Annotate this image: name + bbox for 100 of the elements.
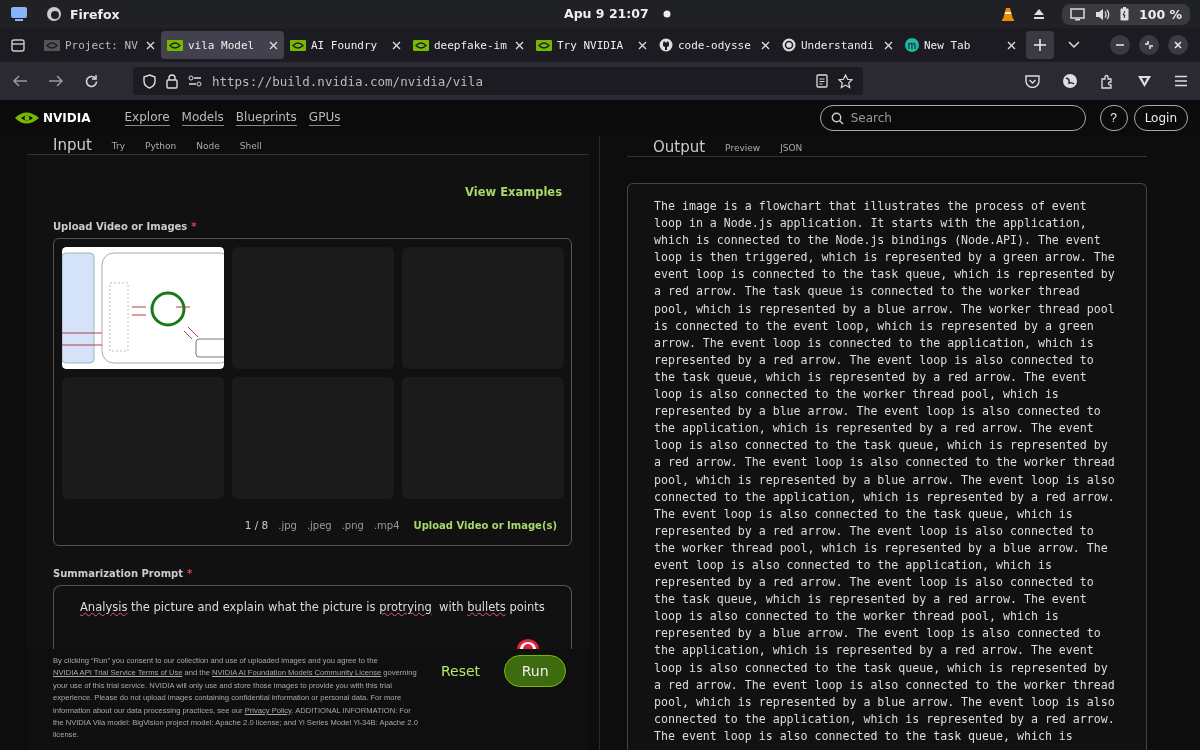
nav-link[interactable]: Explore	[124, 110, 170, 126]
output-line: the application, which is represented by a red arrow. The event	[654, 420, 1095, 438]
output-line: The image is a flowchart that illustrates the process of event	[654, 198, 1088, 215]
code-tab[interactable]: Python	[145, 141, 177, 154]
output-line: arrow. The event loop is connected to the application, which is	[654, 334, 1095, 352]
view-examples-link[interactable]: View Examples	[465, 185, 562, 199]
file-format: .mp4	[373, 519, 400, 531]
nav-link[interactable]: Blueprints	[235, 110, 297, 126]
output-line: loop is also connected to the task queue, which is represented by	[654, 659, 1109, 677]
output-line: the task queue, which is represented by a red arrow. The event	[654, 368, 1088, 386]
field-label: Upload Video or Images	[53, 221, 188, 232]
close-icon[interactable]	[1168, 35, 1188, 55]
app-name[interactable]: Firefox	[70, 6, 120, 22]
output-line: pool, which is represented by a blue arrow. The event loop is also	[654, 471, 1116, 489]
forward-arrow-icon[interactable]	[48, 74, 64, 88]
output-line: represented by a red arrow. The event loop is also connected to	[654, 351, 1095, 369]
desktop-icon[interactable]	[10, 6, 28, 22]
output-line: which is connected to the Node.js bindings (Node.API). The event	[654, 232, 1102, 250]
puzzle-icon[interactable]	[1100, 73, 1115, 89]
file-format: .png	[341, 519, 364, 531]
pocket-icon[interactable]	[1025, 74, 1040, 88]
menu-icon[interactable]	[1174, 75, 1188, 87]
shield-icon[interactable]	[143, 73, 156, 89]
browser-tab[interactable]: Understandi	[776, 31, 899, 59]
traffic-cone-icon[interactable]	[1000, 6, 1017, 22]
upload-area[interactable]: 1 / 8 .jpg .jpeg .png .mp4 Upload Video or Image(s)	[53, 238, 572, 546]
browser-tab[interactable]: AI Foundry	[284, 31, 407, 59]
output-line: loop is also connected to the task queue, which is represented by	[654, 437, 1109, 455]
new-tab-button[interactable]	[1026, 31, 1054, 59]
code-tab[interactable]: Try	[111, 141, 126, 154]
reload-icon[interactable]	[84, 73, 99, 89]
file-format: .jpeg	[306, 519, 332, 531]
eye-logo-icon	[167, 39, 183, 51]
star-icon[interactable]	[838, 73, 853, 89]
browser-tab[interactable]: Project: NV	[38, 31, 161, 59]
output-line: connected to the application, which is represented by a red arrow.	[654, 710, 1116, 728]
globe-icon[interactable]	[1062, 73, 1078, 89]
output-line: loop is also connected to the worker thread pool, which is	[654, 386, 1060, 404]
output-line: represented by a red arrow. The event loop is also connected to	[654, 574, 1095, 592]
output-tab[interactable]: JSON	[780, 143, 803, 156]
url-text: https://build.nvidia.com/nvidia/vila	[212, 73, 483, 89]
reader-view-icon[interactable]	[816, 74, 828, 88]
plus-icon	[1033, 38, 1047, 52]
minimize-icon[interactable]	[1110, 35, 1130, 55]
close-icon[interactable]	[515, 40, 524, 50]
output-line: a red arrow. The event loop is also connected to the worker thread	[654, 454, 1116, 472]
permissions-icon[interactable]	[188, 75, 202, 87]
close-icon[interactable]	[146, 40, 155, 50]
output-line: loop in a Node.js application. It starts with the application,	[654, 215, 1088, 233]
eye-logo-icon	[44, 39, 60, 51]
output-line: a red arrow. The event loop is also connected to the worker thread	[654, 676, 1116, 694]
search-field[interactable]: Search	[819, 105, 1086, 131]
triangle-icon[interactable]	[1137, 74, 1152, 88]
favicon: m	[905, 38, 919, 52]
browser-tab[interactable]: m New Tab	[899, 31, 1022, 59]
code-tab[interactable]: Shell	[239, 141, 262, 154]
output-line: pool, which is represented by a blue arrow. The event loop is also	[654, 693, 1116, 711]
target-icon[interactable]	[517, 639, 539, 649]
close-icon[interactable]	[638, 40, 647, 50]
output-tab[interactable]: Preview	[725, 143, 761, 156]
browser-tab[interactable]: Try NVIDIA	[530, 31, 653, 59]
output-line: represented by a blue arrow. The event loop is also connected to	[654, 625, 1102, 643]
close-icon[interactable]	[1007, 40, 1016, 50]
eject-icon[interactable]	[1032, 7, 1047, 21]
restore-icon[interactable]	[1139, 35, 1159, 55]
output-line: a red arrow. The task queue is connected to the worker thread	[654, 283, 1081, 301]
field-label: Summarization Prompt	[53, 568, 183, 579]
output-line: the worker thread pool, which is represented by a blue arrow. The	[654, 539, 1109, 557]
nvidia-logo[interactable]: NVIDIA	[14, 110, 91, 126]
battery-level: 100 %	[1139, 6, 1182, 22]
nav-link[interactable]: Models	[181, 110, 224, 126]
output-line: loop is also connected to the worker thread pool, which is	[654, 608, 1060, 626]
search-icon	[830, 112, 844, 125]
required-mark: *	[187, 568, 193, 579]
close-icon[interactable]	[392, 40, 401, 50]
tab-list-icon[interactable]	[10, 37, 26, 53]
eye-logo-icon	[536, 39, 552, 51]
code-tab[interactable]: Node	[196, 141, 220, 154]
file-count: 1 / 8	[244, 519, 269, 531]
output-line: represented by a blue arrow. The event loop is also connected to	[654, 403, 1102, 421]
lock-icon[interactable]	[166, 73, 178, 89]
upload-link[interactable]: Upload Video or Image(s)	[413, 519, 557, 531]
chevron-down-icon[interactable]	[1068, 41, 1080, 49]
status-tray[interactable]: 100 %	[1062, 3, 1190, 25]
browser-tab[interactable]: code-odysse	[653, 31, 776, 59]
run-button[interactable]: Run	[504, 655, 567, 687]
nav-link[interactable]: GPUs	[308, 110, 341, 126]
output-line: event loop is also connected to the application, which is	[654, 556, 1053, 574]
reset-button[interactable]: Reset	[441, 655, 481, 687]
close-icon[interactable]	[884, 40, 893, 50]
output-line: pool, which is represented by a blue arrow. The worker thread pool	[654, 300, 1116, 318]
address-field[interactable]: https://build.nvidia.com/nvidia/vila	[133, 67, 863, 95]
close-icon[interactable]	[761, 40, 770, 50]
clock[interactable]: Apu 9 21:07	[564, 6, 649, 21]
output-line: loop is then triggered, which is represented by a green arrow. The	[654, 249, 1116, 267]
browser-tab[interactable]: vila Model	[161, 31, 284, 59]
back-arrow-icon[interactable]	[12, 74, 28, 88]
browser-tab[interactable]: deepfake-im	[407, 31, 530, 59]
output-line: The event loop is also connected to the task queue, which is	[654, 505, 1074, 523]
close-icon[interactable]	[269, 40, 278, 50]
